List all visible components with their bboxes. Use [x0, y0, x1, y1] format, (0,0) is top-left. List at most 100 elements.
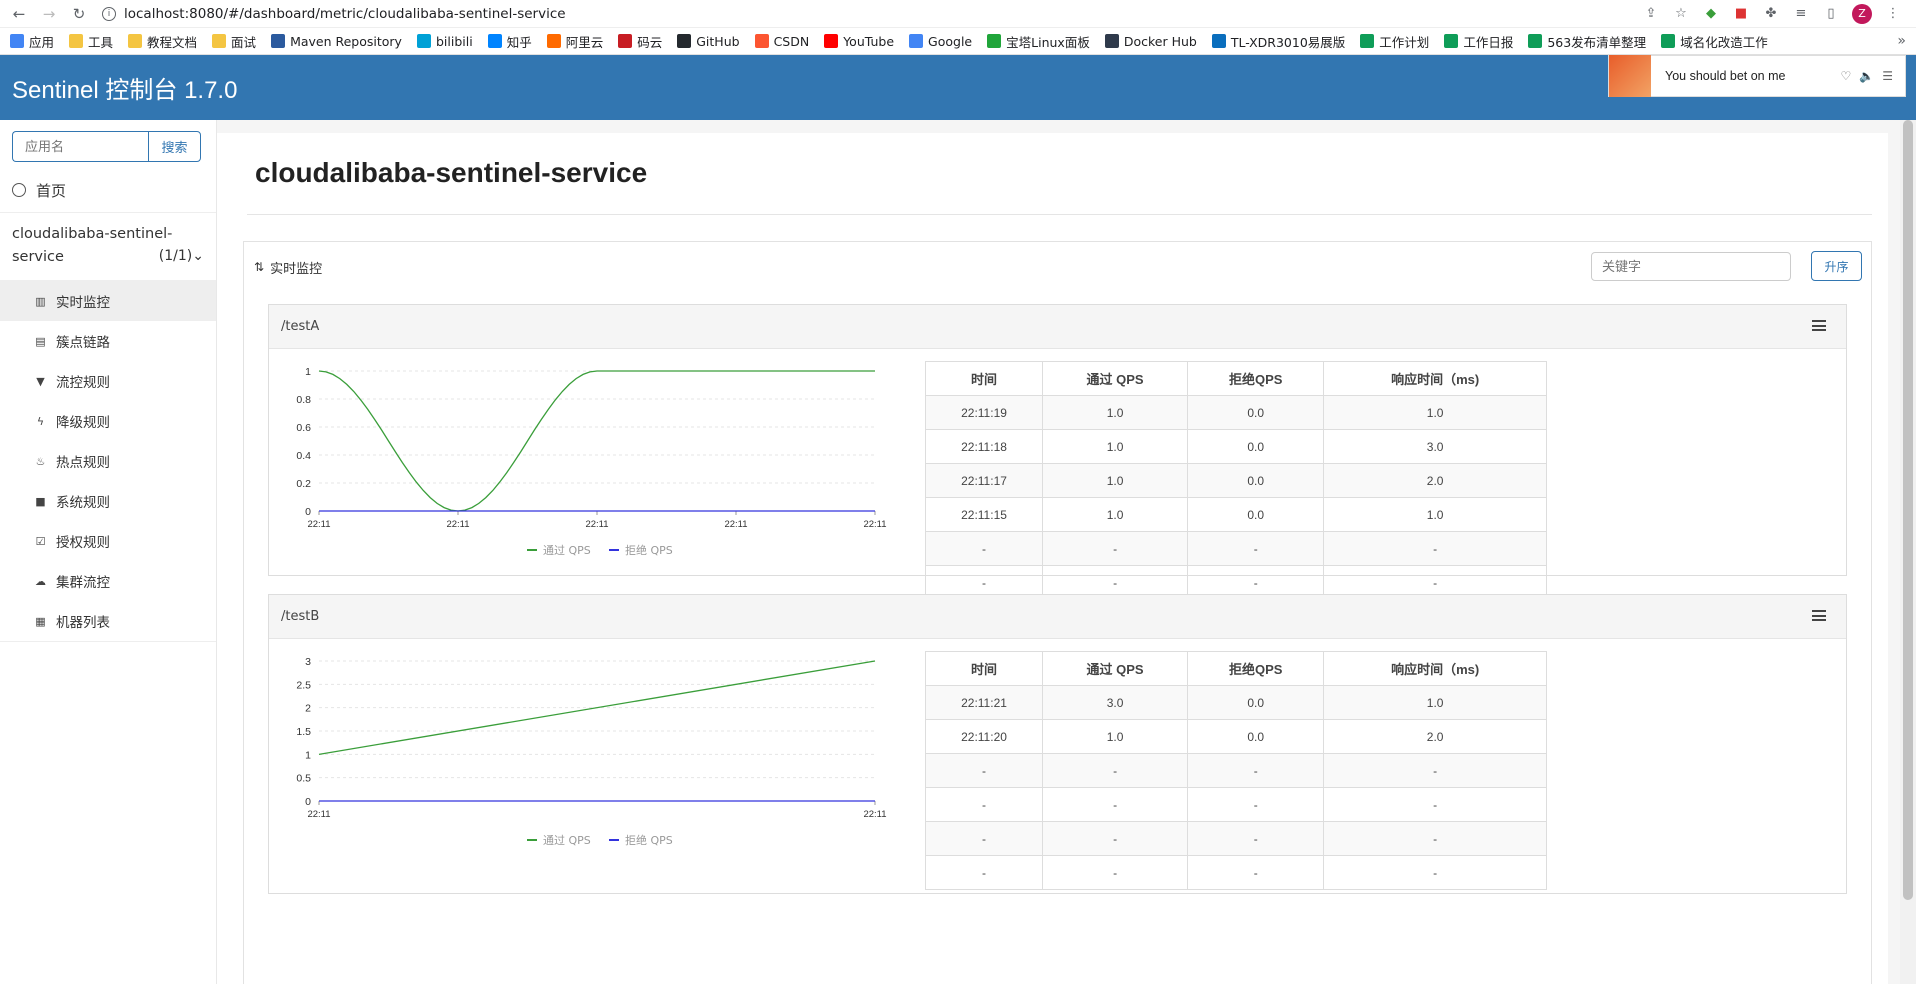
bookmark-item[interactable]: CSDN: [754, 34, 809, 49]
list-icon: ▤: [35, 334, 46, 348]
y-tick-label: 0.8: [296, 394, 311, 406]
menu-dots-icon[interactable]: ⋮: [1884, 5, 1902, 23]
bookmark-icon: [754, 34, 769, 48]
sidebar-item-1[interactable]: ▥ 实时监控: [0, 281, 216, 321]
forward-icon[interactable]: →: [38, 3, 60, 25]
bookmark-item[interactable]: 工作日报: [1444, 32, 1513, 51]
sidebar-item-8[interactable]: ☁ 集群流控: [0, 561, 216, 601]
bookmark-item[interactable]: 域名化改造工作: [1661, 32, 1768, 51]
app-search-input[interactable]: [12, 131, 148, 162]
table-cell: 1.0: [1323, 497, 1547, 532]
page-scrollbar[interactable]: [1900, 120, 1916, 984]
table-cell: 1.0: [1042, 395, 1189, 430]
search-button[interactable]: 搜索: [148, 131, 201, 162]
sidebar-item-3[interactable]: ▼ 流控规则: [0, 361, 216, 401]
y-tick-label: 3: [305, 656, 311, 668]
sidebar-item-home[interactable]: 首页: [0, 168, 216, 213]
table-cell: -: [1187, 531, 1325, 566]
table-cell: 1.0: [1042, 719, 1189, 754]
menu-icon[interactable]: [1812, 610, 1826, 624]
bookmark-icon: [212, 34, 227, 48]
browser-toolbar: ← → ↻ i localhost:8080/#/dashboard/metri…: [0, 0, 1916, 28]
table-row: 22:11:19 1.0 0.0 1.0: [924, 395, 1547, 430]
bookmark-item[interactable]: 阿里云: [546, 32, 604, 51]
sidebar-item-7[interactable]: ☑ 授权规则: [0, 521, 216, 561]
playlist-icon[interactable]: ☰: [1882, 69, 1893, 83]
bookmarks-overflow-icon[interactable]: »: [1897, 33, 1906, 49]
table-cell: -: [1187, 821, 1325, 856]
bookmark-item[interactable]: 563发布清单整理: [1528, 32, 1646, 51]
check-square-icon: ☑: [35, 534, 46, 548]
resource-card: /testB 0 0.5 1 1.5 2 2.5 3 22:11 22:11 通过 QPS 拒绝 Q…: [268, 594, 1847, 894]
table-cell: 0.0: [1187, 497, 1325, 532]
extension-icon[interactable]: ◆: [1702, 5, 1720, 23]
sidebar-item-5[interactable]: ♨ 热点规则: [0, 441, 216, 481]
bookmark-item[interactable]: 知乎: [487, 32, 532, 51]
resource-name: /testB: [281, 609, 320, 624]
brand-title[interactable]: Sentinel 控制台 1.7.0: [0, 70, 237, 105]
bookmark-item[interactable]: 工具: [69, 32, 113, 51]
address-bar[interactable]: i localhost:8080/#/dashboard/metric/clou…: [98, 2, 1634, 26]
extension-icon[interactable]: ■: [1732, 5, 1750, 23]
menu-icon[interactable]: [1812, 320, 1826, 334]
bookmark-item[interactable]: 教程文档: [128, 32, 197, 51]
sidebar-item-2[interactable]: ▤ 簇点链路: [0, 321, 216, 361]
keyword-input[interactable]: [1591, 252, 1791, 281]
bookmark-item[interactable]: 码云: [618, 32, 662, 51]
star-icon[interactable]: ☆: [1672, 5, 1690, 23]
bookmark-item[interactable]: Docker Hub: [1104, 34, 1197, 49]
bookmark-item[interactable]: 面试: [212, 32, 256, 51]
bookmark-item[interactable]: TL-XDR3010易展版: [1211, 32, 1346, 51]
th-list-icon: ▦: [35, 614, 46, 628]
reload-icon[interactable]: ↻: [68, 3, 90, 25]
app-machine-count: (1/1)⌄: [158, 248, 204, 264]
bookmark-icon: [1528, 34, 1543, 48]
bookmark-label: 域名化改造工作: [1680, 34, 1768, 50]
table-row: ----: [924, 821, 1547, 856]
sidebar-item-label: 首页: [36, 181, 67, 200]
bookmark-item[interactable]: 宝塔Linux面板: [987, 32, 1090, 51]
bookmark-item[interactable]: bilibili: [416, 34, 473, 49]
x-tick-label: 22:11: [446, 519, 469, 530]
bookmark-item[interactable]: 应用: [10, 32, 54, 51]
sidebar-item-label: 热点规则: [56, 455, 110, 471]
bookmark-item[interactable]: 工作计划: [1360, 32, 1429, 51]
table-cell: 22:11:20: [924, 719, 1044, 754]
heart-icon[interactable]: ♡: [1841, 69, 1852, 83]
bookmark-item[interactable]: GitHub: [677, 33, 740, 49]
avatar[interactable]: Z: [1852, 3, 1872, 24]
table-cell: 1.0: [1323, 395, 1547, 430]
sidepanel-icon[interactable]: ▯: [1822, 5, 1840, 23]
bookmark-item[interactable]: Google: [909, 34, 972, 49]
bookmark-label: 阿里云: [565, 34, 604, 50]
sidebar: 搜索 首页 cloudalibaba-sentinel- service (1/…: [0, 120, 217, 984]
sidebar-item-9[interactable]: ▦ 机器列表: [0, 601, 216, 641]
share-icon[interactable]: ⇪: [1642, 5, 1660, 23]
table-row: 22:11:20 1.0 0.0 2.0: [924, 719, 1547, 754]
bookmark-icon: [618, 34, 633, 48]
sort-order-button[interactable]: 升序: [1811, 251, 1862, 281]
table-header: 时间: [924, 651, 1044, 686]
sidebar-item-6[interactable]: ■ 系统规则: [0, 481, 216, 521]
y-tick-label: 0.6: [296, 422, 311, 434]
table-cell: 1.0: [1042, 463, 1189, 498]
metrics-table: 时间 通过 QPS 拒绝QPS 响应时间（ms) 22:11:19 1.0 0.0 1.0 2…: [924, 361, 1547, 600]
y-tick-label: 0.5: [296, 773, 311, 785]
volume-icon[interactable]: 🔈: [1859, 69, 1874, 83]
media-icon[interactable]: ≡: [1792, 5, 1810, 23]
bookmark-label: TL-XDR3010易展版: [1230, 34, 1346, 50]
table-cell: 2.0: [1323, 719, 1547, 754]
table-cell: -: [1042, 855, 1189, 890]
back-icon[interactable]: ←: [8, 3, 30, 25]
bookmark-item[interactable]: YouTube: [824, 34, 894, 49]
site-info-icon[interactable]: i: [102, 6, 116, 21]
x-tick-label: 22:11: [863, 809, 886, 820]
series-line-pass-qps: [318, 370, 875, 512]
bookmark-item[interactable]: Maven Repository: [271, 34, 402, 49]
sidebar-item-4[interactable]: ϟ 降级规则: [0, 401, 216, 441]
sidebar-app-group[interactable]: cloudalibaba-sentinel- service (1/1)⌄: [0, 213, 216, 281]
bookmark-icon: [271, 34, 286, 48]
bookmark-label: GitHub: [696, 33, 740, 49]
chart-legend: 通过 QPS 拒绝 QPS: [527, 543, 673, 557]
puzzle-icon[interactable]: ✤: [1762, 5, 1780, 23]
